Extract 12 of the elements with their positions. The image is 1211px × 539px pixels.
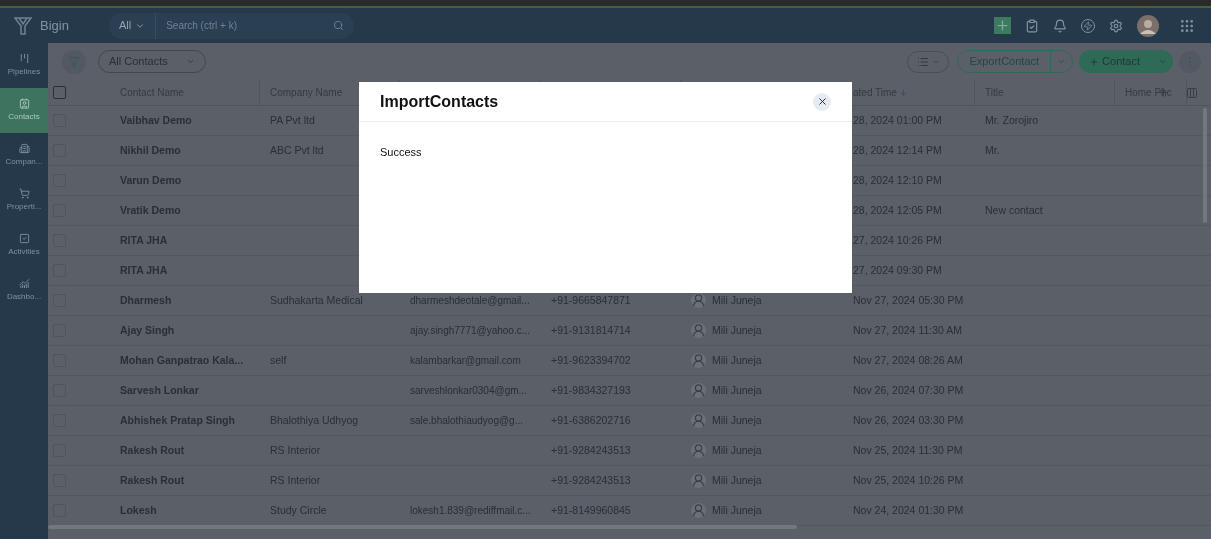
sidebar-item[interactable]: Contacts xyxy=(0,88,48,133)
sidebar-item[interactable]: Activities xyxy=(0,223,48,268)
scope-dropdown[interactable]: All xyxy=(108,12,157,39)
sidebar-item[interactable]: Pipelines xyxy=(0,43,48,88)
search-bar[interactable]: All Search (ctrl + k) xyxy=(108,12,354,39)
sidebar-item[interactable]: Compan... xyxy=(0,133,48,178)
search-field[interactable]: Search (ctrl + k) xyxy=(156,18,333,33)
sidebar-item[interactable]: Dashbo... xyxy=(0,268,48,313)
success-message: Success xyxy=(380,145,423,160)
sidebar-item[interactable]: Properti... xyxy=(0,178,48,223)
app-name: Bigin xyxy=(40,16,69,35)
dialog-title: ImportContacts xyxy=(380,91,499,112)
